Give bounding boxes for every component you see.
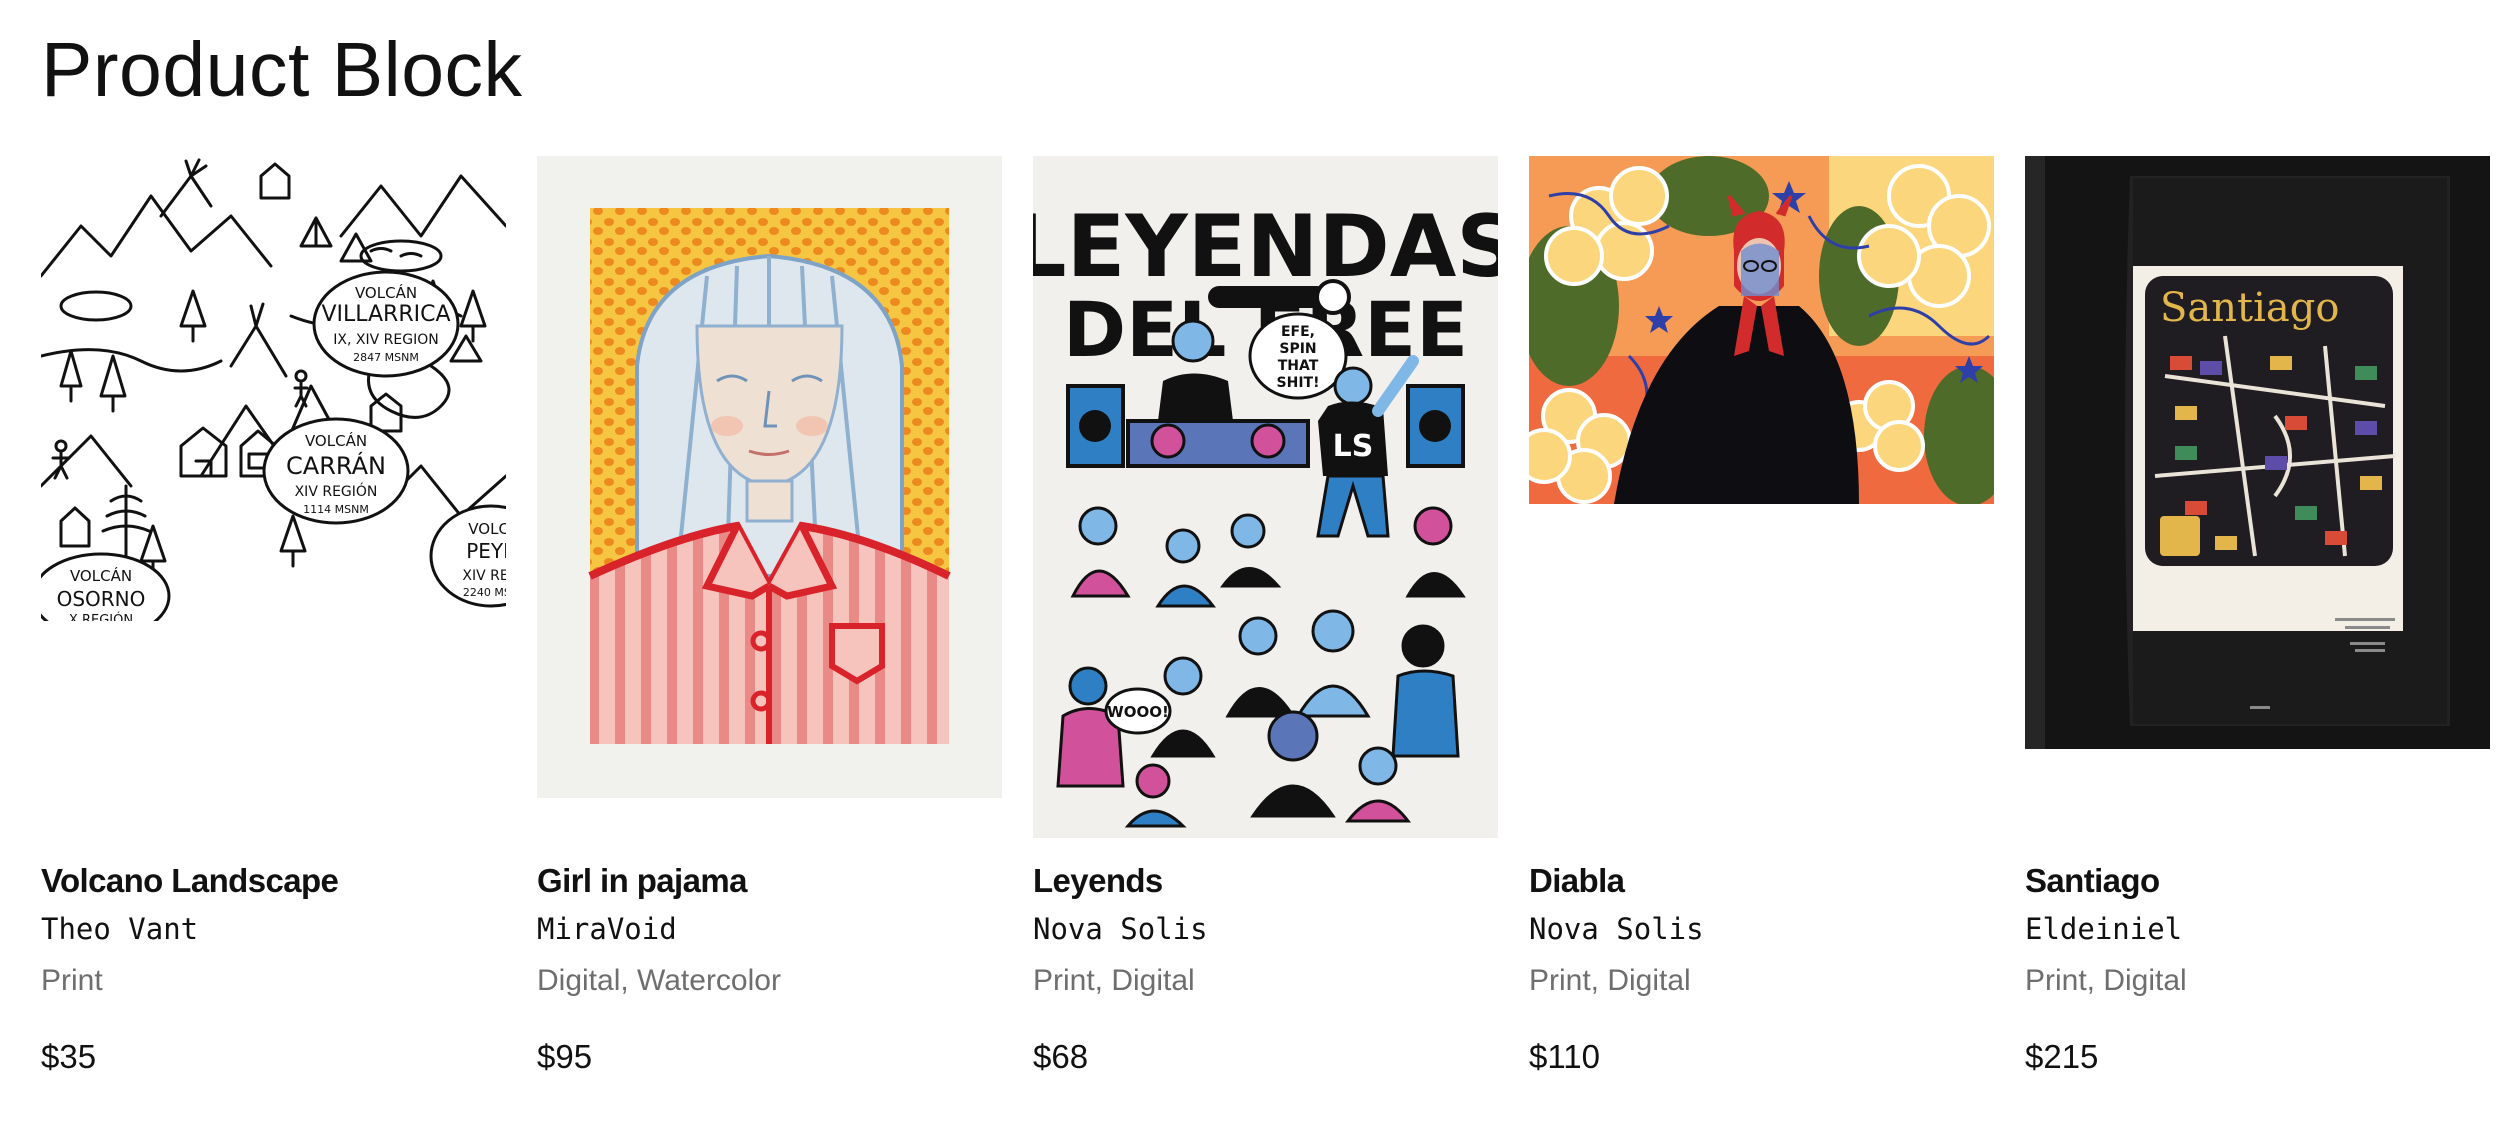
label-peyehue-3: XIV REG	[462, 568, 506, 584]
volcano-landscape-artwork: VOLCÁN VILLARRICA IX, XIV REGION 2847 MS…	[41, 156, 506, 621]
label-villarrica-2: VILLARRICA	[321, 302, 450, 327]
label-carran-1: VOLCÁN	[305, 431, 367, 450]
product-medium: Print	[41, 964, 103, 997]
product-title[interactable]: Santiago	[2025, 862, 2160, 900]
product-medium: Digital, Watercolor	[537, 964, 781, 997]
product-medium: Print, Digital	[1033, 964, 1195, 997]
bubble-line-4: SHIT!	[1277, 375, 1320, 391]
diabla-artwork	[1529, 156, 1994, 504]
leyendas-headline: LEYENDAS	[1033, 197, 1498, 297]
product-medium: Print, Digital	[2025, 964, 2187, 997]
label-peyehue-2: PEYE	[466, 539, 506, 563]
girl-in-pajama-artwork	[537, 156, 1002, 798]
product-card-girl-in-pajama[interactable]: Girl in pajama MiraVoid Digital, Waterco…	[537, 156, 1002, 1096]
bubble-line-1: EFE,	[1281, 324, 1315, 340]
product-artist: Eldeiniel	[2025, 912, 2183, 946]
product-image-volcano-landscape[interactable]: VOLCÁN VILLARRICA IX, XIV REGION 2847 MS…	[41, 156, 506, 621]
page-title: Product Block	[41, 27, 523, 113]
santiago-artwork: Santiago	[2025, 156, 2490, 749]
bubble-line-2: SPIN	[1279, 341, 1316, 357]
label-carran-3: XIV REGIÓN	[295, 482, 378, 500]
product-price: $110	[1529, 1038, 1600, 1075]
product-artist: Theo Vant	[41, 912, 199, 946]
product-price: $95	[537, 1038, 593, 1075]
product-card-volcano-landscape[interactable]: VOLCÁN VILLARRICA IX, XIV REGION 2847 MS…	[41, 156, 506, 1096]
product-title[interactable]: Diabla	[1529, 862, 1625, 900]
product-card-leyends[interactable]: LEYENDAS DEL FREE EFE, SPIN THAT SHIT! L…	[1033, 156, 1498, 1096]
label-osorno-1: VOLCÁN	[70, 566, 132, 585]
shirt-logo: LS	[1333, 429, 1374, 464]
santiago-map-title: Santiago	[2160, 285, 2339, 331]
product-title[interactable]: Volcano Landscape	[41, 862, 339, 900]
product-image-diabla[interactable]	[1529, 156, 1994, 504]
product-image-girl-in-pajama[interactable]	[537, 156, 1002, 798]
label-villarrica-3: IX, XIV REGION	[333, 332, 438, 348]
label-peyehue-4: 2240 MSN	[463, 586, 506, 599]
bubble-line-3: THAT	[1278, 358, 1319, 374]
label-villarrica-4: 2847 MSNM	[353, 351, 419, 364]
product-artist: MiraVoid	[537, 912, 677, 946]
label-osorno-3: X REGIÓN	[69, 612, 133, 621]
product-image-santiago[interactable]: Santiago	[2025, 156, 2490, 749]
label-osorno-2: OSORNO	[57, 587, 146, 611]
product-artist: Nova Solis	[1529, 912, 1704, 946]
label-villarrica-1: VOLCÁN	[355, 283, 417, 302]
product-price: $35	[41, 1038, 97, 1075]
label-carran-2: CARRÁN	[286, 451, 386, 480]
product-card-diabla[interactable]: Diabla Nova Solis Print, Digital $110	[1529, 156, 1994, 1096]
product-card-santiago[interactable]: Santiago Santiago Eldeiniel Print, Digit…	[2025, 156, 2490, 1096]
leyends-artwork: LEYENDAS DEL FREE EFE, SPIN THAT SHIT! L…	[1033, 156, 1498, 838]
product-price: $215	[2025, 1038, 2099, 1075]
shout-bubble: WOOO!	[1107, 703, 1169, 721]
label-peyehue-1: VOLC.	[468, 520, 506, 538]
product-title[interactable]: Girl in pajama	[537, 862, 747, 900]
product-medium: Print, Digital	[1529, 964, 1691, 997]
product-price: $68	[1033, 1038, 1089, 1075]
product-grid: VOLCÁN VILLARRICA IX, XIV REGION 2847 MS…	[41, 156, 2490, 1096]
product-artist: Nova Solis	[1033, 912, 1208, 946]
product-image-leyends[interactable]: LEYENDAS DEL FREE EFE, SPIN THAT SHIT! L…	[1033, 156, 1498, 838]
product-title[interactable]: Leyends	[1033, 862, 1163, 900]
label-carran-4: 1114 MSNM	[303, 503, 369, 516]
